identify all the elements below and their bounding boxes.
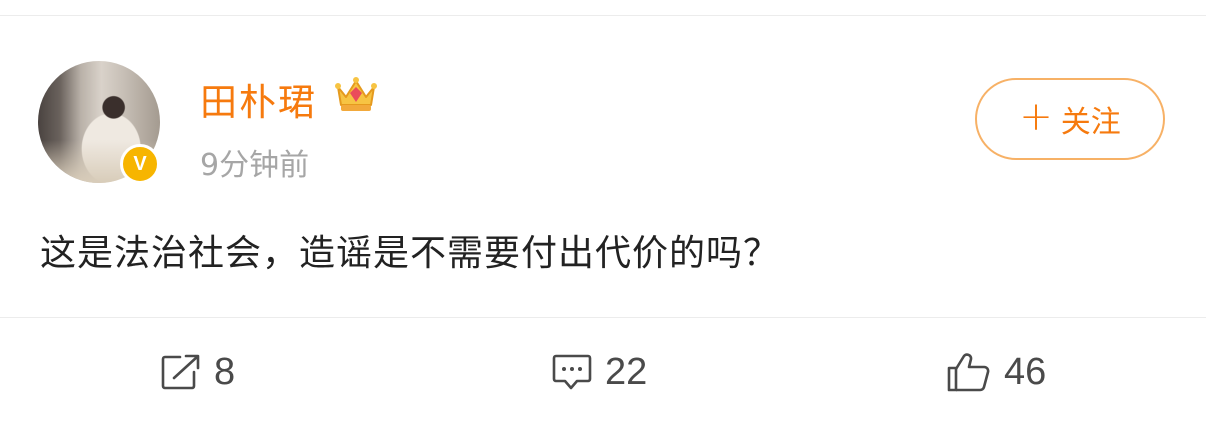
follow-button[interactable]: + 关注 <box>975 78 1165 160</box>
comment-button[interactable]: 22 <box>551 349 647 395</box>
repost-button[interactable]: 8 <box>160 349 235 395</box>
follow-label: 关注 <box>1060 105 1121 140</box>
comment-count: 22 <box>605 350 648 393</box>
plus-icon: + <box>1019 94 1053 140</box>
like-count: 46 <box>1004 350 1047 393</box>
comment-icon <box>552 354 592 390</box>
repost-icon <box>161 354 200 390</box>
action-bar-divider <box>0 317 1206 318</box>
username[interactable]: 田朴珺 <box>200 72 317 126</box>
crown-icon <box>335 77 377 111</box>
post-timestamp: 9分钟前 <box>200 148 310 183</box>
verified-icon: V <box>120 144 160 184</box>
post-text: 这是法治社会，造谣是不需要付出代价的吗？ <box>40 233 781 274</box>
repost-count: 8 <box>214 350 236 393</box>
like-button[interactable]: 46 <box>946 349 1046 395</box>
like-icon <box>947 353 990 392</box>
weibo-post-card: V 田朴珺 9分钟前 + 关注 这是法治社会，造谣是不需要付出代价的吗？ 8 2… <box>0 16 1206 429</box>
